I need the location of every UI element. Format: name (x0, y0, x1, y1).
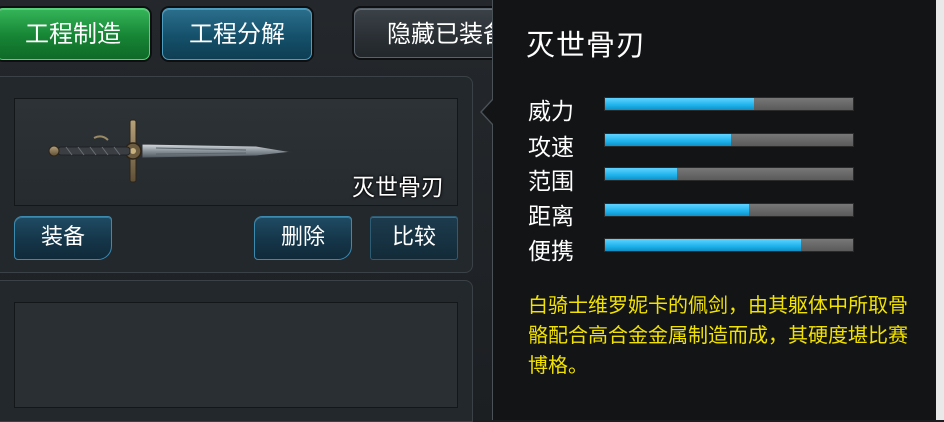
hide-equipped-button[interactable]: 隐藏已装备 (354, 8, 514, 58)
stat-bar-fill (605, 98, 754, 110)
stat-label-portability: 便携 (528, 239, 574, 265)
stat-bar-fill (605, 168, 677, 180)
stat-label-speed: 攻速 (528, 135, 574, 161)
stat-label-power: 威力 (528, 99, 574, 125)
stat-bar-range (604, 167, 854, 181)
window-edge (936, 0, 944, 420)
stat-bar-power (604, 97, 854, 111)
item-description: 白骑士维罗妮卡的佩剑，由其躯体中所取骨骼配合高合金金属制造而成，其硬度堪比赛博格… (528, 293, 908, 377)
stat-label-distance: 距离 (528, 204, 574, 230)
stat-label-range: 范围 (528, 169, 574, 195)
stat-bar-fill (605, 204, 749, 216)
sword-icon (48, 119, 293, 183)
dismantle-button[interactable]: 工程分解 (162, 8, 312, 60)
equip-button[interactable]: 装备 (14, 216, 112, 260)
stat-bar-portability (604, 238, 854, 252)
stat-bar-fill (605, 134, 732, 146)
empty-item-slot[interactable] (14, 302, 458, 408)
stat-bar-distance (604, 203, 854, 217)
item-name: 灭世骨刃 (352, 175, 444, 201)
delete-button[interactable]: 删除 (254, 216, 352, 260)
compare-button[interactable]: 比较 (370, 216, 458, 260)
tooltip-title: 灭世骨刃 (526, 28, 647, 62)
stat-bar-speed (604, 133, 854, 147)
tooltip-arrow-inner (482, 100, 493, 124)
stat-bar-fill (605, 239, 801, 251)
craft-button[interactable]: 工程制造 (0, 8, 150, 60)
